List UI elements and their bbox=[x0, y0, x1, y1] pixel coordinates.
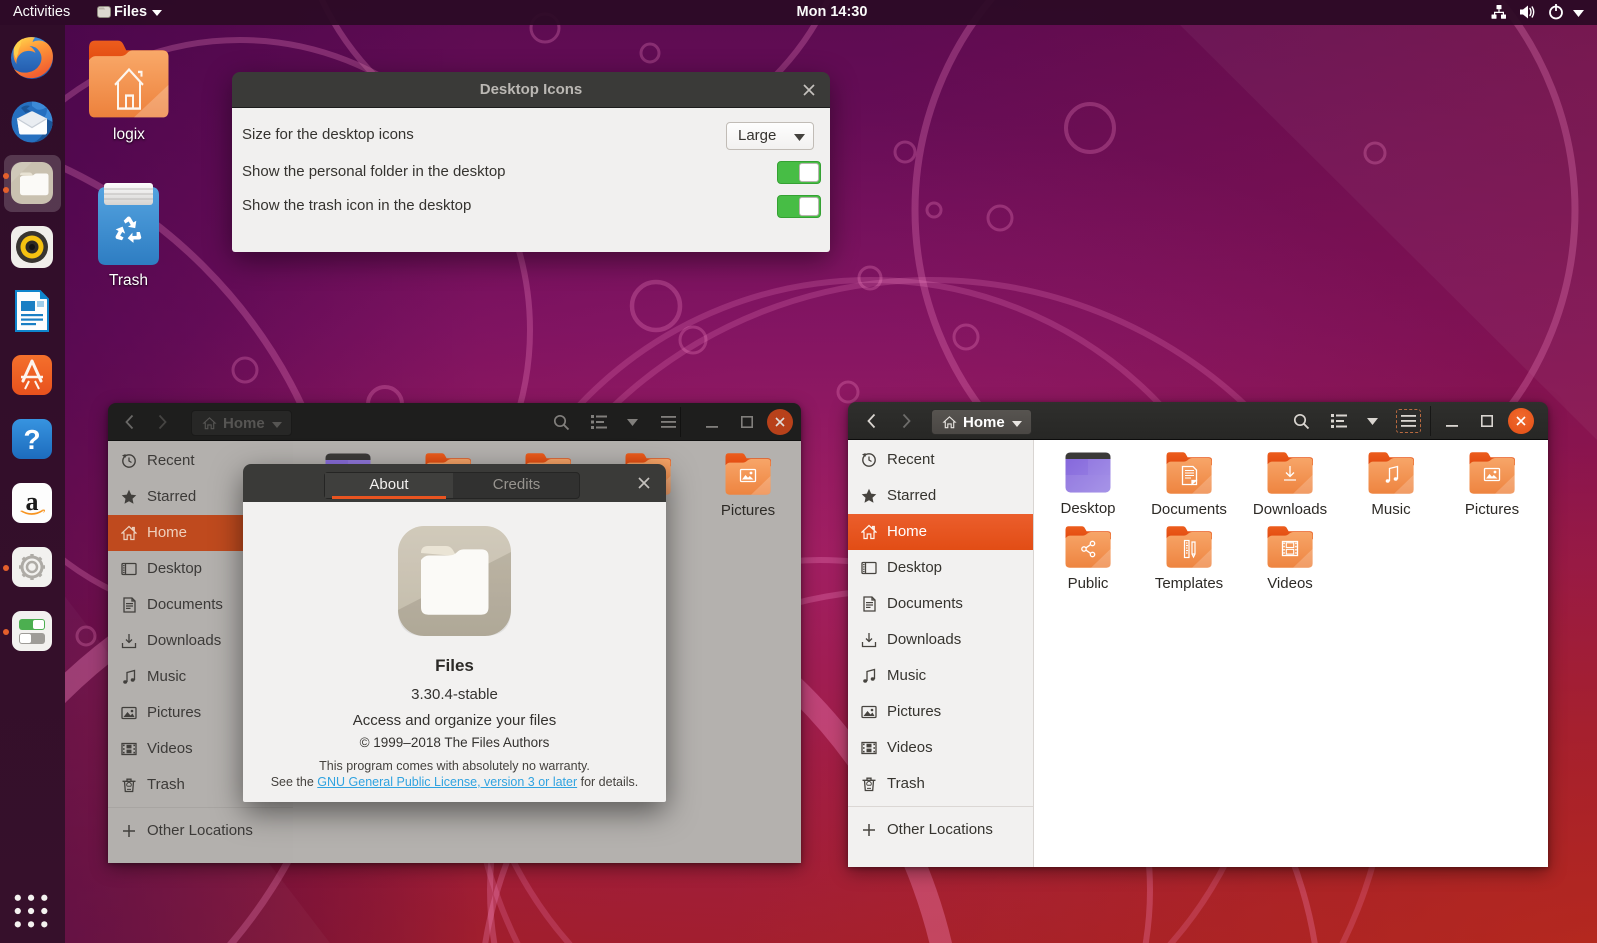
svg-text:?: ? bbox=[23, 424, 40, 455]
svg-text:a: a bbox=[26, 487, 39, 516]
